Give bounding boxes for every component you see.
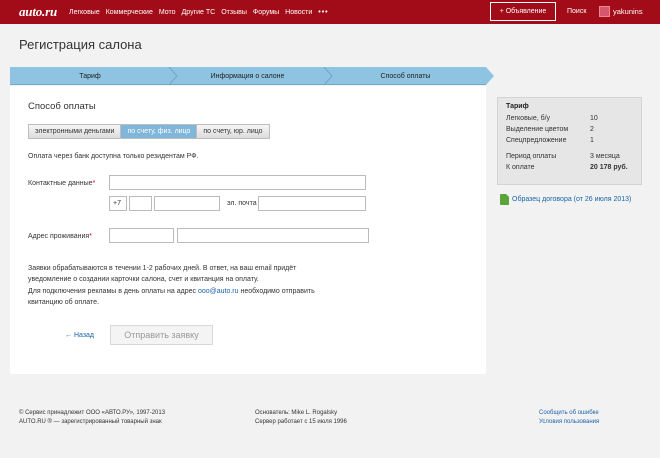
- server-text: Сервер работает с 15 июля 1996: [255, 419, 347, 425]
- footer-founder: Основатель: Mike L. Rogalsky Сервер рабо…: [255, 409, 347, 427]
- step-tariff[interactable]: Тариф: [10, 67, 170, 85]
- tariff-row: Выделение цветом 2: [506, 126, 636, 133]
- tab-invoice-legal-entity[interactable]: по счету, юр. лицо: [197, 125, 269, 138]
- tariff-row: Период оплаты 3 месяца: [506, 153, 636, 160]
- email-label: эл. почта: [227, 200, 257, 207]
- user-name-link[interactable]: yakunins: [613, 7, 643, 16]
- tariff-row-value: 10: [590, 115, 598, 122]
- required-mark: *: [89, 233, 92, 240]
- processing-info: Заявки обрабатываются в течении 1-2 рабо…: [28, 265, 297, 283]
- section-title: Способ оплаты: [28, 101, 96, 112]
- contact-label: Контактные данные*: [28, 180, 95, 187]
- user-avatar[interactable]: [599, 6, 610, 17]
- payment-method-tabs: электронными деньгами по счету, физ. лиц…: [28, 124, 270, 139]
- submit-application-button[interactable]: Отправить заявку: [110, 325, 213, 345]
- required-mark: *: [92, 180, 96, 187]
- footer-links: Сообщить об ошибке Условия пользования: [539, 409, 599, 427]
- back-link[interactable]: ← Назад: [65, 332, 94, 339]
- step-payment-method[interactable]: Способ оплаты: [325, 67, 486, 85]
- tariff-title: Тариф: [506, 103, 529, 110]
- address-label: Адрес проживания*: [28, 233, 92, 240]
- tariff-row-label: Выделение цветом: [506, 126, 569, 133]
- trademark-text: AUTO.RU ® — зарегистрированный товарный …: [19, 419, 162, 425]
- tariff-row: Легковые, б/у 10: [506, 115, 636, 122]
- tab-electronic-money[interactable]: электронными деньгами: [29, 125, 122, 138]
- page-title: Регистрация салона: [19, 37, 142, 52]
- terms-link[interactable]: Условия пользования: [539, 418, 599, 427]
- contact-name-input[interactable]: [109, 175, 366, 190]
- tab-invoice-individual[interactable]: по счету, физ. лицо: [121, 125, 198, 138]
- tariff-row: Спецпредложение 1: [506, 137, 636, 144]
- tariff-row-label: Период оплаты: [506, 153, 557, 160]
- tariff-row-label: Спецпредложение: [506, 137, 567, 144]
- contact-label-text: Контактные данные: [28, 180, 93, 187]
- copyright-text: © Сервис принадлежит ООО «АВТО.РУ», 1997…: [19, 410, 166, 416]
- search-link[interactable]: Поиск: [567, 8, 586, 15]
- tariff-row: К оплате 20 178 руб.: [506, 164, 636, 171]
- tariff-row-value: 3 месяца: [590, 153, 620, 160]
- tariff-row-label: К оплате: [506, 164, 535, 171]
- tariff-row-label: Легковые, б/у: [506, 115, 551, 122]
- nav-link-moto[interactable]: Мото: [159, 9, 176, 16]
- add-listing-button[interactable]: + Объявление: [490, 2, 556, 21]
- document-icon: [500, 194, 509, 205]
- main-nav: Легковые Коммерческие Мото Другие ТС Отз…: [69, 0, 335, 24]
- founder-text: Основатель: Mike L. Rogalsky: [255, 410, 338, 416]
- site-logo[interactable]: auto.ru: [19, 4, 57, 20]
- tariff-total-value: 20 178 руб.: [590, 164, 628, 171]
- nav-link-other-vehicles[interactable]: Другие ТС: [182, 9, 216, 16]
- tariff-row-value: 2: [590, 126, 594, 133]
- nav-link-commercial[interactable]: Коммерческие: [106, 9, 153, 16]
- advert-text-start: Для подключения рекламы в день оплаты на…: [28, 288, 198, 295]
- tariff-summary: Тариф Легковые, б/у 10 Выделение цветом 2 …: [497, 97, 642, 185]
- nav-link-forums[interactable]: Форумы: [253, 9, 279, 16]
- step-salon-info[interactable]: Информация о салоне: [170, 67, 325, 85]
- report-error-link[interactable]: Сообщить об ошибке: [539, 409, 599, 418]
- registration-steps: Тариф Информация о салоне Способ оплаты: [10, 67, 494, 85]
- residency-note: Оплата через банк доступна только резиде…: [28, 153, 199, 160]
- footer-copyright: © Сервис принадлежит ООО «АВТО.РУ», 1997…: [19, 409, 165, 427]
- phone-area-code-input[interactable]: [129, 196, 152, 211]
- email-input[interactable]: [258, 196, 366, 211]
- top-navigation-bar: auto.ru Легковые Коммерческие Мото Други…: [0, 0, 660, 24]
- phone-number-input[interactable]: [154, 196, 220, 211]
- advert-email-link[interactable]: ooo@auto.ru: [198, 288, 239, 295]
- more-menu-icon[interactable]: •••: [318, 9, 328, 16]
- nav-link-news[interactable]: Новости: [285, 9, 312, 16]
- advert-info: Для подключения рекламы в день оплаты на…: [28, 286, 328, 308]
- tariff-row-value: 1: [590, 137, 594, 144]
- nav-link-cars[interactable]: Легковые: [69, 9, 100, 16]
- address-street-input[interactable]: [177, 228, 369, 243]
- phone-country-code: +7: [109, 196, 127, 211]
- address-city-input[interactable]: [109, 228, 174, 243]
- nav-link-reviews[interactable]: Отзывы: [221, 9, 247, 16]
- address-label-text: Адрес проживания: [28, 233, 90, 240]
- contract-sample-link[interactable]: Образец договора (от 26 июля 2013): [512, 196, 631, 203]
